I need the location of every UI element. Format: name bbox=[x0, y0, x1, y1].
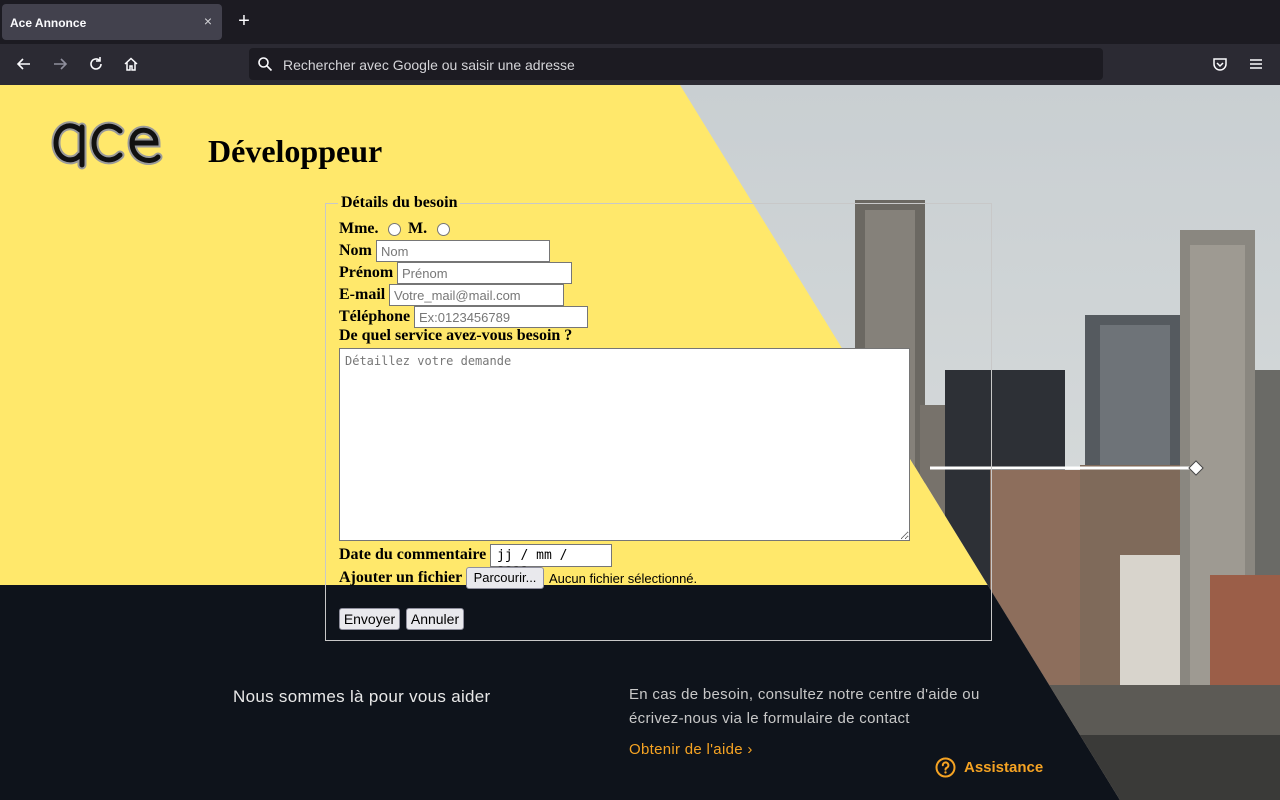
address-placeholder: Rechercher avec Google ou saisir une adr… bbox=[283, 57, 575, 73]
assistance-label: Assistance bbox=[964, 759, 1044, 776]
tab-title: Ace Annonce bbox=[10, 16, 87, 30]
help-title: Nous sommes là pour vous aider bbox=[233, 687, 491, 706]
mme-label: Mme. bbox=[339, 220, 379, 237]
home-icon[interactable] bbox=[119, 52, 143, 76]
file-status: Aucun fichier sélectionné. bbox=[549, 571, 698, 586]
close-tab-icon[interactable]: × bbox=[200, 13, 216, 29]
reset-button[interactable]: Annuler bbox=[406, 608, 464, 630]
message-textarea[interactable] bbox=[339, 348, 910, 541]
prenom-label: Prénom bbox=[339, 264, 394, 281]
browser-tab[interactable]: Ace Annonce × bbox=[2, 4, 222, 40]
forward-icon[interactable] bbox=[48, 52, 72, 76]
back-icon[interactable] bbox=[12, 52, 36, 76]
address-bar[interactable]: Rechercher avec Google ou saisir une adr… bbox=[249, 48, 1103, 80]
help-link[interactable]: Obtenir de l'aide › bbox=[629, 741, 753, 758]
service-question: De quel service avez-vous besoin ? bbox=[339, 327, 573, 344]
assistance-button[interactable]: Assistance bbox=[935, 757, 1043, 778]
mme-radio[interactable] bbox=[388, 223, 401, 236]
email-input[interactable] bbox=[389, 284, 564, 306]
pocket-icon[interactable] bbox=[1208, 52, 1232, 76]
search-icon bbox=[257, 56, 273, 72]
nom-input[interactable] bbox=[376, 240, 550, 262]
menu-icon[interactable] bbox=[1244, 52, 1268, 76]
reload-icon[interactable] bbox=[84, 52, 108, 76]
nom-label: Nom bbox=[339, 242, 372, 259]
submit-button[interactable]: Envoyer bbox=[339, 608, 400, 630]
date-label: Date du commentaire bbox=[339, 546, 487, 563]
email-label: E-mail bbox=[339, 286, 386, 303]
date-input[interactable]: jj / mm / aaaa bbox=[490, 544, 612, 578]
telephone-input[interactable] bbox=[414, 306, 588, 328]
prenom-input[interactable] bbox=[397, 262, 572, 284]
browser-tab-bar: Ace Annonce × + bbox=[0, 0, 1280, 44]
m-radio[interactable] bbox=[437, 223, 450, 236]
request-form: Détails du besoin Mme. M. Nom Prénom E-m… bbox=[325, 194, 992, 641]
browser-nav-bar: Rechercher avec Google ou saisir une adr… bbox=[0, 44, 1280, 85]
help-text: En cas de besoin, consultez notre centre… bbox=[629, 686, 980, 727]
file-label: Ajouter un fichier bbox=[339, 569, 463, 586]
question-icon bbox=[935, 757, 956, 778]
page-title: Développeur bbox=[208, 133, 383, 169]
m-label: M. bbox=[408, 220, 428, 237]
page-content: Développeur Détails du besoin Mme. M. No… bbox=[0, 85, 1280, 800]
form-legend: Détails du besoin bbox=[338, 194, 461, 212]
ace-logo[interactable] bbox=[50, 113, 165, 173]
new-tab-icon[interactable]: + bbox=[234, 11, 254, 31]
browse-file-button[interactable]: Parcourir... bbox=[466, 567, 544, 589]
telephone-label: Téléphone bbox=[339, 308, 411, 325]
ace-logo-mark bbox=[51, 121, 163, 170]
